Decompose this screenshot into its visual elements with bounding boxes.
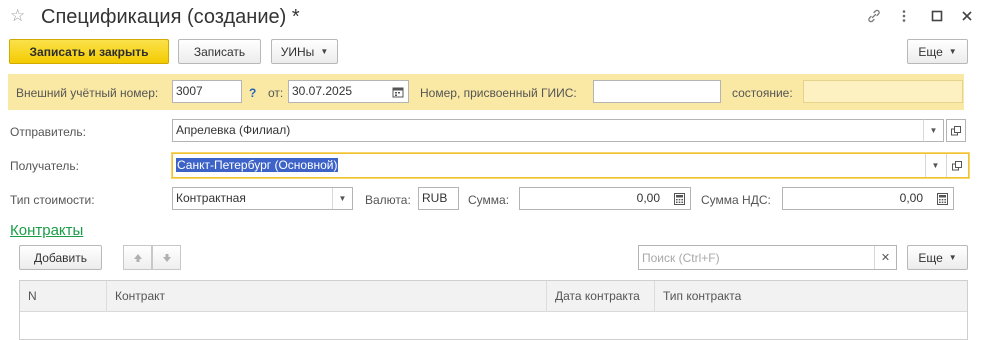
move-down-icon[interactable] <box>152 245 181 270</box>
more-button-label: Еще <box>918 44 943 59</box>
calculator-icon[interactable] <box>669 188 689 209</box>
more-button-contracts[interactable]: Еще ▼ <box>907 245 968 270</box>
giis-number-label: Номер, присвоенный ГИИС: <box>420 86 577 100</box>
close-icon[interactable] <box>959 8 975 24</box>
sender-input[interactable]: Апрелевка (Филиал) <box>172 119 944 142</box>
search-placeholder: Поиск (Ctrl+F) <box>642 251 720 265</box>
column-header-contract-date[interactable]: Дата контракта <box>547 281 655 312</box>
column-header-contract-type[interactable]: Тип контракта <box>655 281 967 312</box>
cost-type-select[interactable]: Контрактная <box>172 187 353 210</box>
receiver-open-icon[interactable] <box>946 154 966 177</box>
uins-button[interactable]: УИНы ▼ <box>271 39 338 64</box>
sender-open-icon[interactable] <box>946 119 966 142</box>
sender-label: Отправитель: <box>10 125 86 139</box>
cost-type-dropdown-icon[interactable]: ▼ <box>332 188 352 209</box>
vat-sum-input[interactable]: 0,00 <box>782 187 954 210</box>
chevron-down-icon: ▼ <box>948 47 957 56</box>
receiver-label: Получатель: <box>10 159 79 173</box>
cost-type-label: Тип стоимости: <box>10 193 95 207</box>
date-value: 30.07.2025 <box>292 84 353 98</box>
save-and-close-button[interactable]: Записать и закрыть <box>9 39 169 64</box>
giis-number-input[interactable] <box>593 80 721 103</box>
uins-button-label: УИНы <box>280 44 315 59</box>
state-field <box>803 80 963 103</box>
save-button[interactable]: Записать <box>178 39 261 64</box>
currency-input[interactable]: RUB <box>418 187 459 210</box>
favorite-star-icon[interactable]: ☆ <box>10 6 25 26</box>
sum-input[interactable]: 0,00 <box>519 187 691 210</box>
currency-label: Валюта: <box>365 193 411 207</box>
contracts-table[interactable]: N Контракт Дата контракта Тип контракта <box>19 280 968 340</box>
cost-type-value: Контрактная <box>176 191 246 205</box>
sum-label: Сумма: <box>468 193 510 207</box>
vat-sum-label: Сумма НДС: <box>701 193 771 207</box>
sender-value: Апрелевка (Филиал) <box>176 123 291 137</box>
contracts-section-title[interactable]: Контракты <box>10 222 83 240</box>
add-contract-button[interactable]: Добавить <box>19 245 102 270</box>
state-label: состояние: <box>732 86 793 100</box>
more-button-top[interactable]: Еще ▼ <box>907 39 968 64</box>
receiver-input[interactable]: Санкт-Петербург (Основной) <box>172 153 969 178</box>
more-button-label: Еще <box>918 250 943 265</box>
table-header: N Контракт Дата контракта Тип контракта <box>20 281 967 312</box>
help-icon[interactable]: ? <box>249 86 256 100</box>
column-header-n[interactable]: N <box>20 281 107 312</box>
more-vertical-icon[interactable] <box>896 8 912 24</box>
clear-search-icon[interactable]: ✕ <box>874 246 896 269</box>
calculator-icon[interactable] <box>932 188 952 209</box>
sender-dropdown-icon[interactable]: ▼ <box>923 119 943 142</box>
external-number-input[interactable]: 3007 <box>172 80 242 103</box>
chevron-down-icon: ▼ <box>948 253 957 262</box>
maximize-icon[interactable] <box>929 8 945 24</box>
move-up-icon[interactable] <box>123 245 152 270</box>
search-input[interactable]: Поиск (Ctrl+F) ✕ <box>638 245 897 270</box>
date-from-label: от: <box>268 86 284 100</box>
chevron-down-icon: ▼ <box>320 47 329 56</box>
link-icon[interactable] <box>866 8 882 24</box>
calendar-icon[interactable] <box>388 81 408 102</box>
column-header-contract[interactable]: Контракт <box>107 281 547 312</box>
window-title: Спецификация (создание) * <box>41 6 300 28</box>
receiver-value: Санкт-Петербург (Основной) <box>176 158 339 172</box>
external-number-label: Внешний учётный номер: <box>16 86 159 100</box>
receiver-dropdown-icon[interactable]: ▼ <box>925 154 945 177</box>
